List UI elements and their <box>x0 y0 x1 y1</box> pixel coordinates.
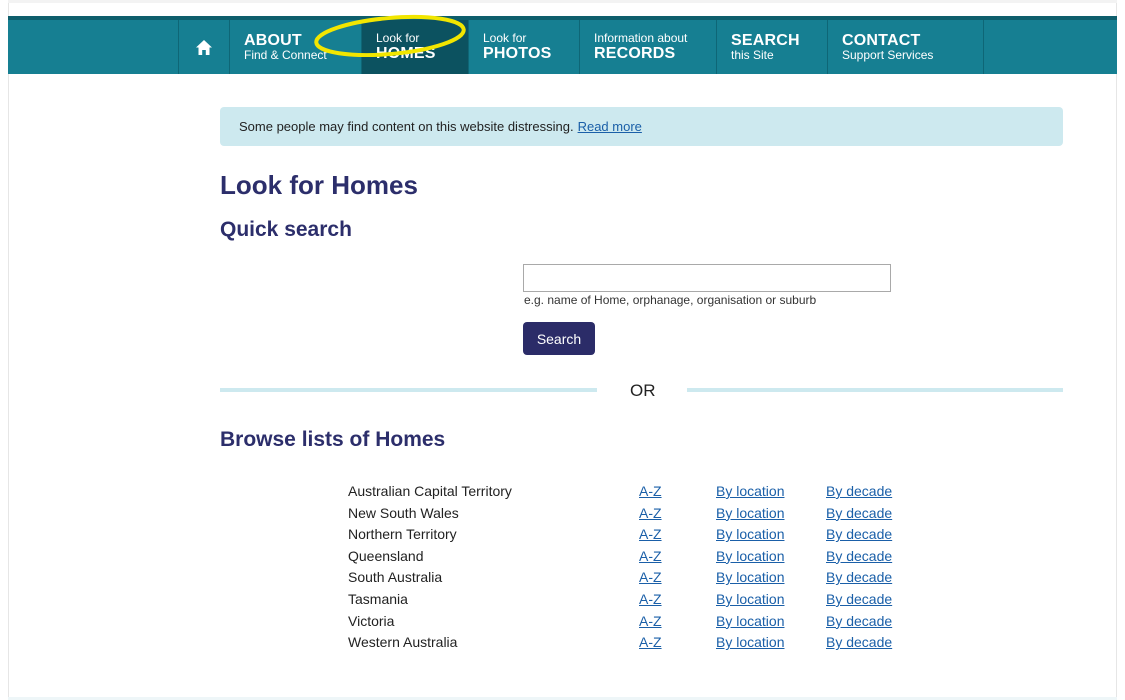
nav-records-sublabel: Information about <box>594 31 688 45</box>
by-decade-link[interactable]: By decade <box>826 505 892 521</box>
list-item: South Australia A-Z By location By decad… <box>348 567 908 589</box>
list-item: Victoria A-Z By location By decade <box>348 611 908 633</box>
list-item: New South Wales A-Z By location By decad… <box>348 503 908 525</box>
divider-right <box>687 388 1063 392</box>
browse-title: Browse lists of Homes <box>220 428 446 451</box>
state-name: Queensland <box>348 547 424 564</box>
nav-search[interactable]: SEARCH this Site <box>717 20 828 74</box>
nav-search-label: SEARCH <box>731 32 800 49</box>
az-link[interactable]: A-Z <box>639 613 662 629</box>
search-button[interactable]: Search <box>523 322 595 355</box>
search-input[interactable] <box>523 264 891 292</box>
by-decade-link[interactable]: By decade <box>826 613 892 629</box>
browse-list: Australian Capital Territory A-Z By loca… <box>348 481 908 654</box>
by-location-link[interactable]: By location <box>716 634 784 650</box>
list-item: Tasmania A-Z By location By decade <box>348 589 908 611</box>
by-decade-link[interactable]: By decade <box>826 483 892 499</box>
home-icon <box>196 39 212 55</box>
by-decade-link[interactable]: By decade <box>826 548 892 564</box>
read-more-link[interactable]: Read more <box>578 119 642 134</box>
state-name: New South Wales <box>348 504 459 521</box>
nav-photos-label: PHOTOS <box>483 45 552 62</box>
search-hint: e.g. name of Home, orphanage, organisati… <box>524 293 817 307</box>
page-title: Look for Homes <box>220 170 418 200</box>
nav-search-sublabel: this Site <box>731 48 774 62</box>
by-decade-link[interactable]: By decade <box>826 634 892 650</box>
nav-contact-label: CONTACT <box>842 32 921 49</box>
divider-left <box>220 388 597 392</box>
top-border <box>8 0 1117 3</box>
az-link[interactable]: A-Z <box>639 526 662 542</box>
by-location-link[interactable]: By location <box>716 591 784 607</box>
notice-text: Some people may find content on this web… <box>239 119 574 134</box>
list-item: Australian Capital Territory A-Z By loca… <box>348 481 908 503</box>
by-location-link[interactable]: By location <box>716 483 784 499</box>
nav-contact[interactable]: CONTACT Support Services <box>828 20 984 74</box>
nav-records-label: RECORDS <box>594 45 676 62</box>
state-name: Tasmania <box>348 590 408 607</box>
distress-notice: Some people may find content on this web… <box>220 107 1063 146</box>
by-location-link[interactable]: By location <box>716 613 784 629</box>
quick-search-title: Quick search <box>220 218 352 241</box>
state-name: Northern Territory <box>348 526 457 543</box>
by-location-link[interactable]: By location <box>716 505 784 521</box>
az-link[interactable]: A-Z <box>639 505 662 521</box>
az-link[interactable]: A-Z <box>639 569 662 585</box>
list-item: Northern Territory A-Z By location By de… <box>348 524 908 546</box>
state-name: Australian Capital Territory <box>348 483 512 499</box>
nav-contact-sublabel: Support Services <box>842 48 934 62</box>
by-location-link[interactable]: By location <box>716 548 784 564</box>
highlight-annotation <box>314 14 466 57</box>
nav-home[interactable] <box>178 20 230 74</box>
az-link[interactable]: A-Z <box>639 483 662 499</box>
by-location-link[interactable]: By location <box>716 569 784 585</box>
by-decade-link[interactable]: By decade <box>826 591 892 607</box>
by-decade-link[interactable]: By decade <box>826 526 892 542</box>
main-navigation: ABOUT Find & Connect Look for HOMES Look… <box>8 16 1117 74</box>
list-item: Western Australia A-Z By location By dec… <box>348 632 908 654</box>
az-link[interactable]: A-Z <box>639 634 662 650</box>
list-item: Queensland A-Z By location By decade <box>348 546 908 568</box>
state-name: South Australia <box>348 569 443 586</box>
or-label: OR <box>630 381 656 400</box>
by-decade-link[interactable]: By decade <box>826 569 892 585</box>
by-location-link[interactable]: By location <box>716 526 784 542</box>
az-link[interactable]: A-Z <box>639 591 662 607</box>
state-name: Western Australia <box>348 634 458 651</box>
nav-photos-sublabel: Look for <box>483 31 527 45</box>
nav-records[interactable]: Information about RECORDS <box>580 20 717 74</box>
nav-photos[interactable]: Look for PHOTOS <box>469 20 580 74</box>
az-link[interactable]: A-Z <box>639 548 662 564</box>
state-name: Victoria <box>348 612 395 629</box>
